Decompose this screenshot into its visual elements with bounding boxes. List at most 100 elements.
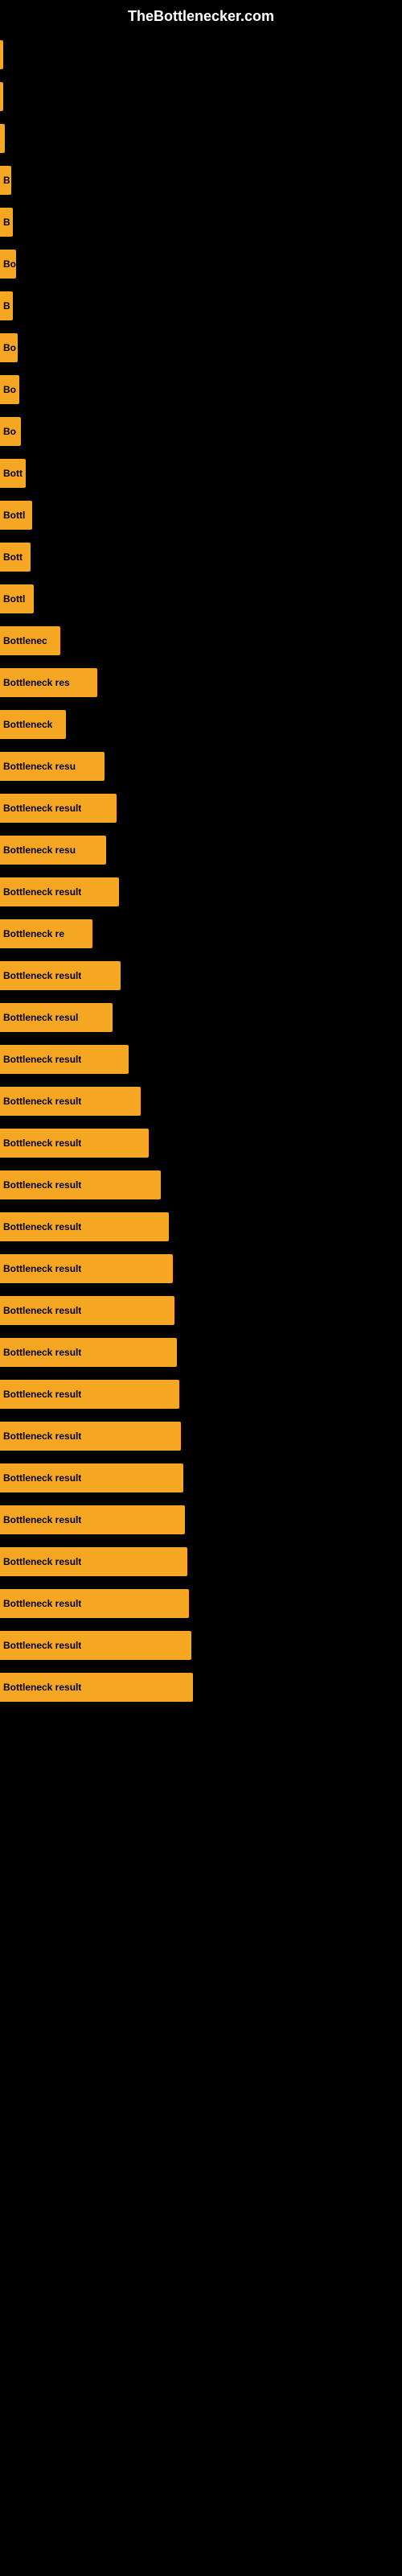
bar-label: Bottleneck res — [3, 677, 70, 688]
bar-item: Bottleneck result — [0, 1254, 173, 1283]
bar-row: Bottleneck result — [0, 1167, 402, 1203]
bar-row: B — [0, 163, 402, 198]
bar-item: B — [0, 166, 11, 195]
bar-item — [0, 124, 5, 153]
bar-label: Bottleneck resu — [3, 761, 76, 772]
bar-item: Bo — [0, 417, 21, 446]
bar-row: Bo — [0, 330, 402, 365]
bar-label: Bottleneck result — [3, 1137, 81, 1149]
bar-item: Bottl — [0, 584, 34, 613]
bar-label: Bottl — [3, 510, 25, 521]
bar-label: Bottleneck result — [3, 1389, 81, 1400]
bar-item: Bottleneck result — [0, 1212, 169, 1241]
bar-row: Bott — [0, 539, 402, 575]
bar-label: Bottleneck result — [3, 1263, 81, 1274]
bar-row: Bo — [0, 372, 402, 407]
bar-row: Bottl — [0, 581, 402, 617]
bar-row: Bottleneck resu — [0, 749, 402, 784]
bar-row: Bottleneck res — [0, 665, 402, 700]
bar-row: B — [0, 204, 402, 240]
bar-item: Bott — [0, 459, 26, 488]
bar-item: Bottleneck result — [0, 1463, 183, 1492]
bar-label: B — [3, 217, 10, 228]
bar-row: Bottleneck result — [0, 874, 402, 910]
bar-label: Bottleneck result — [3, 1096, 81, 1107]
bar-item: Bo — [0, 250, 16, 279]
bar-item: Bottl — [0, 501, 32, 530]
bar-label: Bottlenec — [3, 635, 47, 646]
bar-label: Bottleneck re — [3, 928, 64, 939]
bar-label: Bottleneck resu — [3, 844, 76, 856]
bar-label: Bo — [3, 342, 16, 353]
bar-item: B — [0, 291, 13, 320]
bar-item: Bottleneck result — [0, 1547, 187, 1576]
bar-item: Bottleneck result — [0, 1296, 174, 1325]
bar-item: Bottleneck result — [0, 1170, 161, 1199]
bars-container: B B Bo B Bo Bo Bo Bott Bottl Bott Bottl Bottlenec Bo… — [0, 29, 402, 1711]
bar-row: Bott — [0, 456, 402, 491]
bar-label: Bott — [3, 551, 23, 563]
bar-item: Bottleneck — [0, 710, 66, 739]
bar-label: Bottleneck result — [3, 1179, 81, 1191]
bar-item: Bo — [0, 333, 18, 362]
bar-item: Bottleneck re — [0, 919, 92, 948]
bar-row: Bo — [0, 414, 402, 449]
bar-label: Bottleneck result — [3, 803, 81, 814]
bar-item: Bottleneck result — [0, 1422, 181, 1451]
bar-row: Bottleneck — [0, 707, 402, 742]
bar-row: Bottleneck result — [0, 1418, 402, 1454]
bar-item: Bottleneck result — [0, 1673, 193, 1702]
bar-label: Bottleneck result — [3, 1347, 81, 1358]
bar-item: Bottleneck result — [0, 961, 121, 990]
bar-label: Bottleneck result — [3, 1514, 81, 1525]
bar-label: Bottleneck result — [3, 1430, 81, 1442]
bar-row: Bottleneck resul — [0, 1000, 402, 1035]
bar-label: Bottleneck result — [3, 1472, 81, 1484]
bar-item: Bottleneck result — [0, 1087, 141, 1116]
bar-row: Bottleneck result — [0, 1335, 402, 1370]
bar-label: Bottleneck resul — [3, 1012, 78, 1023]
bar-row: Bottleneck result — [0, 1628, 402, 1663]
bar-label: Bottleneck — [3, 719, 52, 730]
bar-row: Bottleneck resu — [0, 832, 402, 868]
bar-row: Bottleneck result — [0, 1209, 402, 1245]
bar-item: Bottleneck result — [0, 1589, 189, 1618]
bar-row: Bottlenec — [0, 623, 402, 658]
bar-row: Bottleneck result — [0, 1460, 402, 1496]
bar-row: Bottleneck result — [0, 958, 402, 993]
bar-item: Bottleneck result — [0, 1380, 179, 1409]
bar-label: Bottleneck result — [3, 970, 81, 981]
bar-item: Bottleneck result — [0, 1045, 129, 1074]
bar-label: B — [3, 175, 10, 186]
bar-label: Bottleneck result — [3, 1640, 81, 1651]
bar-item: Bottleneck result — [0, 877, 119, 906]
bar-row: Bottleneck result — [0, 1586, 402, 1621]
bar-row: Bottleneck result — [0, 1544, 402, 1579]
bar-row: Bottleneck result — [0, 1293, 402, 1328]
bar-item: Bottleneck res — [0, 668, 97, 697]
bar-row: Bottleneck re — [0, 916, 402, 952]
bar-row: Bottleneck result — [0, 791, 402, 826]
bar-row: B — [0, 288, 402, 324]
bar-item: B — [0, 208, 13, 237]
bar-item: Bottleneck result — [0, 1505, 185, 1534]
bar-row: Bottleneck result — [0, 1251, 402, 1286]
site-title: TheBottlenecker.com — [0, 0, 402, 29]
bar-item: Bottleneck result — [0, 1631, 191, 1660]
bar-label: Bottleneck result — [3, 1221, 81, 1232]
bar-label: Bottleneck result — [3, 1598, 81, 1609]
bar-item: Bottleneck result — [0, 1338, 177, 1367]
bar-label: Bo — [3, 384, 16, 395]
bar-row — [0, 79, 402, 114]
bar-row — [0, 121, 402, 156]
bar-item: Bottleneck result — [0, 794, 117, 823]
bar-row: Bottleneck result — [0, 1125, 402, 1161]
bar-label: Bottleneck result — [3, 1305, 81, 1316]
bar-item: Bott — [0, 543, 31, 572]
bar-row: Bo — [0, 246, 402, 282]
bar-label: Bott — [3, 468, 23, 479]
bar-label: Bottleneck result — [3, 1556, 81, 1567]
bar-item: Bottleneck resul — [0, 1003, 113, 1032]
bar-row: Bottleneck result — [0, 1042, 402, 1077]
bar-item: Bottleneck resu — [0, 752, 105, 781]
